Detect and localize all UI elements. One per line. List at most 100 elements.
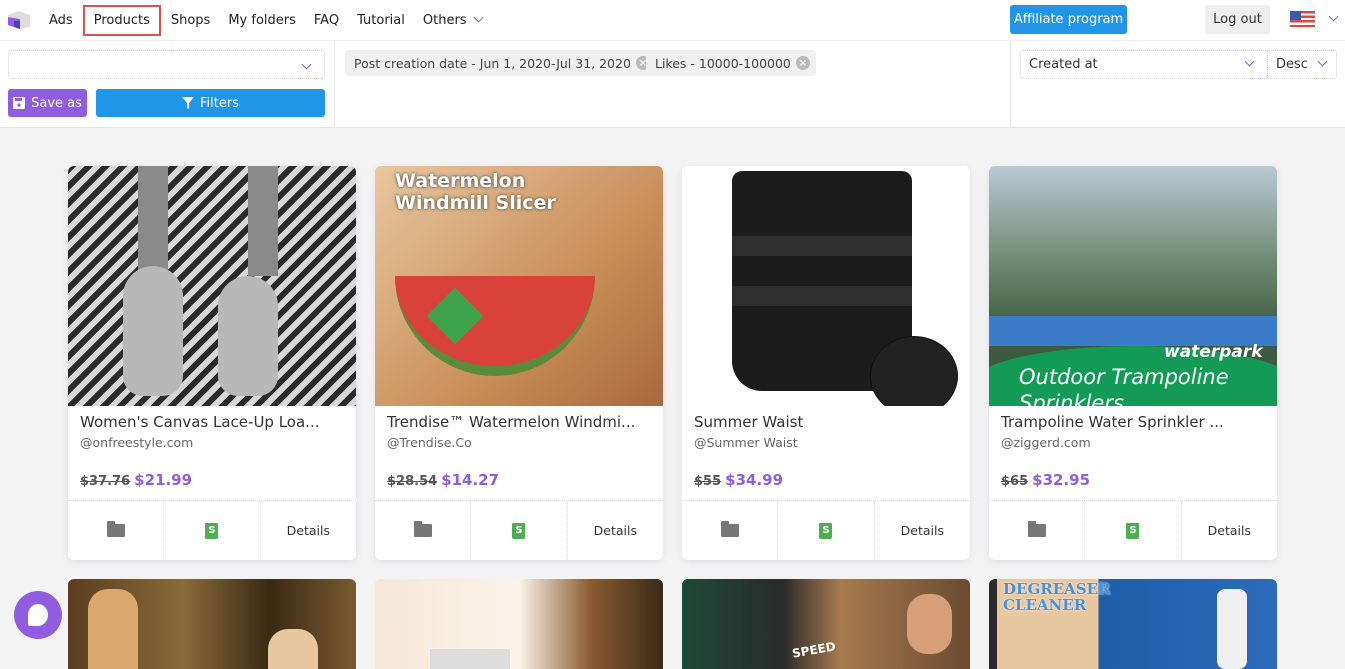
product-title[interactable]: Women's Canvas Lace-Up Loa... bbox=[80, 413, 319, 431]
original-price: $37.76 bbox=[80, 474, 131, 489]
sale-price: $14.27 bbox=[441, 471, 500, 489]
save-as-button[interactable]: Save as bbox=[8, 89, 87, 117]
sort-field-select[interactable]: Created at bbox=[1021, 51, 1268, 78]
details-button[interactable]: Details bbox=[1182, 501, 1277, 560]
product-image[interactable]: SPEED bbox=[682, 579, 970, 669]
product-shop[interactable]: @onfreestyle.com bbox=[80, 435, 193, 450]
sale-price: $21.99 bbox=[134, 471, 193, 489]
image-caption: waterpark bbox=[1164, 342, 1263, 362]
image-caption: SPEED bbox=[791, 639, 837, 661]
product-card: waterpark Outdoor Trampoline Sprinklers … bbox=[989, 166, 1277, 560]
us-flag-icon[interactable] bbox=[1290, 11, 1315, 27]
shopify-icon: S bbox=[512, 522, 526, 539]
product-title[interactable]: Summer Waist bbox=[694, 413, 803, 431]
remove-chip-icon[interactable]: × bbox=[795, 56, 810, 70]
product-image[interactable] bbox=[682, 166, 970, 406]
product-price: $37.76 $21.99 bbox=[80, 471, 192, 489]
sort-direction-select[interactable]: Desc bbox=[1268, 51, 1336, 78]
shopify-button[interactable]: S bbox=[471, 501, 568, 560]
product-shop[interactable]: @Summer Waist bbox=[694, 435, 798, 450]
add-to-folder-button[interactable] bbox=[682, 501, 779, 560]
chevron-down-icon bbox=[1317, 56, 1328, 67]
filter-chip-label: Post creation date - Jun 1, 2020-Jul 31,… bbox=[354, 55, 631, 71]
nav-my-folders[interactable]: My folders bbox=[219, 13, 305, 28]
product-image[interactable]: Watermelon Windmill Slicer bbox=[375, 166, 663, 406]
product-card: Watermelon Windmill Slicer Trendise™ Wat… bbox=[375, 166, 663, 560]
card-actions: S Details bbox=[989, 500, 1277, 560]
shopify-icon: S bbox=[819, 522, 833, 539]
folder-icon bbox=[1027, 521, 1046, 537]
original-price: $28.54 bbox=[387, 474, 438, 489]
nav-tutorial[interactable]: Tutorial bbox=[348, 13, 414, 28]
chevron-down-icon[interactable] bbox=[1328, 11, 1339, 22]
saved-filter-select[interactable] bbox=[8, 50, 325, 79]
filter-chip-label: Likes - 10000-100000 bbox=[655, 55, 791, 71]
product-card: Women's Canvas Lace-Up Loa... @onfreesty… bbox=[68, 166, 356, 560]
chevron-down-icon bbox=[301, 59, 312, 70]
sort-controls: Created at Desc bbox=[1020, 50, 1337, 79]
sort-field-value: Created at bbox=[1029, 57, 1098, 72]
divider bbox=[1010, 41, 1011, 128]
add-to-folder-button[interactable] bbox=[989, 501, 1086, 560]
image-caption: Watermelon Windmill Slicer bbox=[395, 170, 556, 214]
details-button[interactable]: Details bbox=[568, 501, 663, 560]
card-actions: S Details bbox=[682, 500, 970, 560]
chat-icon bbox=[28, 604, 48, 626]
image-caption: DEGREASER CLEANER bbox=[1003, 580, 1111, 614]
save-as-label: Save as bbox=[31, 95, 82, 111]
chat-widget-button[interactable] bbox=[14, 591, 62, 639]
chevron-down-icon bbox=[473, 12, 484, 22]
product-title[interactable]: Trendise™ Watermelon Windmi... bbox=[387, 413, 635, 431]
nav-ads[interactable]: Ads bbox=[40, 13, 82, 28]
top-navbar: Ads Products Shops My folders FAQ Tutori… bbox=[0, 0, 1345, 40]
shopify-button[interactable]: S bbox=[778, 501, 875, 560]
nav-faq[interactable]: FAQ bbox=[305, 13, 348, 28]
product-price: $65 $32.95 bbox=[1001, 471, 1090, 489]
nav-shops[interactable]: Shops bbox=[162, 13, 219, 28]
product-shop[interactable]: @ziggerd.com bbox=[1001, 435, 1091, 450]
filter-icon bbox=[182, 97, 195, 109]
shopify-button[interactable]: S bbox=[164, 501, 261, 560]
chevron-down-icon bbox=[1244, 56, 1255, 67]
details-button[interactable]: Details bbox=[261, 501, 356, 560]
product-title[interactable]: Trampoline Water Sprinkler ... bbox=[1001, 413, 1224, 431]
add-to-folder-button[interactable] bbox=[375, 501, 472, 560]
sort-direction-value: Desc bbox=[1276, 57, 1308, 72]
add-to-folder-button[interactable] bbox=[68, 501, 165, 560]
sale-price: $32.95 bbox=[1032, 471, 1091, 489]
shopify-icon: S bbox=[1126, 522, 1140, 539]
save-icon bbox=[13, 97, 26, 109]
product-card: Summer Waist @Summer Waist $55 $34.99 S D… bbox=[682, 166, 970, 560]
nav-others-label: Others bbox=[422, 12, 467, 28]
product-image[interactable]: waterpark Outdoor Trampoline Sprinklers bbox=[989, 166, 1277, 406]
product-price: $28.54 $14.27 bbox=[387, 471, 499, 489]
filters-button[interactable]: Filters bbox=[96, 89, 325, 117]
card-actions: S Details bbox=[375, 500, 663, 560]
product-price: $55 $34.99 bbox=[694, 471, 783, 489]
shopify-button[interactable]: S bbox=[1085, 501, 1182, 560]
shopify-icon: S bbox=[205, 522, 219, 539]
product-image[interactable]: DEGREASER CLEANER bbox=[989, 579, 1277, 669]
sale-price: $34.99 bbox=[725, 471, 784, 489]
product-shop[interactable]: @Trendise.Co bbox=[387, 435, 472, 450]
nav-others[interactable]: Others bbox=[414, 12, 491, 28]
product-image[interactable] bbox=[68, 579, 356, 669]
nav-products[interactable]: Products bbox=[82, 4, 161, 36]
main-nav: Ads Products Shops My folders FAQ Tutori… bbox=[40, 0, 491, 40]
filter-bar: Save as Filters Post creation date - Jun… bbox=[0, 40, 1345, 128]
folder-icon bbox=[413, 521, 432, 537]
affiliate-program-button[interactable]: Affiliate program bbox=[1010, 5, 1127, 34]
folder-icon bbox=[720, 521, 739, 537]
product-image[interactable] bbox=[375, 579, 663, 669]
filter-chip-likes: Likes - 10000-100000 × bbox=[646, 50, 816, 76]
product-image[interactable] bbox=[68, 166, 356, 406]
app-logo[interactable] bbox=[6, 9, 32, 31]
card-actions: S Details bbox=[68, 500, 356, 560]
original-price: $55 bbox=[694, 474, 722, 489]
logout-button[interactable]: Log out bbox=[1205, 5, 1270, 34]
filter-chip-date: Post creation date - Jun 1, 2020-Jul 31,… bbox=[345, 50, 656, 76]
folder-icon bbox=[106, 521, 125, 537]
divider bbox=[334, 41, 335, 128]
details-button[interactable]: Details bbox=[875, 501, 970, 560]
original-price: $65 bbox=[1001, 474, 1029, 489]
